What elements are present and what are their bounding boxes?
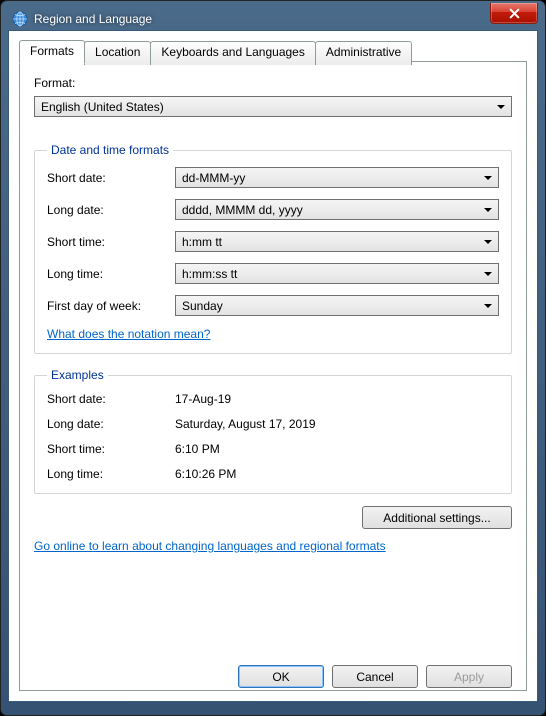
ex-long-time-value: 6:10:26 PM	[175, 467, 236, 481]
notation-link[interactable]: What does the notation mean?	[47, 327, 210, 341]
short-date-value: dd-MMM-yy	[182, 171, 245, 185]
examples-group: Examples Short date: 17-Aug-19 Long date…	[34, 368, 512, 494]
client-area: Formats Location Keyboards and Languages…	[8, 30, 538, 702]
format-select[interactable]: English (United States)	[34, 96, 512, 117]
chevron-down-icon	[484, 176, 492, 180]
titlebar[interactable]: Region and Language	[8, 8, 538, 30]
app-icon	[12, 11, 28, 27]
first-day-label: First day of week:	[47, 299, 175, 313]
ex-short-time-value: 6:10 PM	[175, 442, 220, 456]
format-label: Format:	[34, 76, 512, 90]
first-day-value: Sunday	[182, 299, 223, 313]
apply-button[interactable]: Apply	[426, 665, 512, 688]
long-date-value: dddd, MMMM dd, yyyy	[182, 203, 303, 217]
short-date-label: Short date:	[47, 171, 175, 185]
examples-legend: Examples	[47, 368, 108, 382]
tabstrip: Formats Location Keyboards and Languages…	[19, 40, 527, 64]
tab-keyboards-languages[interactable]: Keyboards and Languages	[150, 41, 315, 65]
long-time-value: h:mm:ss tt	[182, 267, 237, 281]
ex-short-date-label: Short date:	[47, 392, 175, 406]
first-day-select[interactable]: Sunday	[175, 295, 499, 316]
tab-administrative[interactable]: Administrative	[315, 41, 412, 65]
ex-long-time-label: Long time:	[47, 467, 175, 481]
chevron-down-icon	[484, 208, 492, 212]
dialog-buttons: OK Cancel Apply	[238, 665, 512, 688]
region-language-window: Region and Language Formats Location Key…	[0, 0, 546, 716]
ex-long-date-label: Long date:	[47, 417, 175, 431]
chevron-down-icon	[484, 240, 492, 244]
long-date-select[interactable]: dddd, MMMM dd, yyyy	[175, 199, 499, 220]
date-time-formats-legend: Date and time formats	[47, 143, 173, 157]
window-title: Region and Language	[34, 12, 152, 26]
short-time-label: Short time:	[47, 235, 175, 249]
date-time-formats-group: Date and time formats Short date: dd-MMM…	[34, 143, 512, 354]
short-time-value: h:mm tt	[182, 235, 222, 249]
long-time-select[interactable]: h:mm:ss tt	[175, 263, 499, 284]
long-time-label: Long time:	[47, 267, 175, 281]
close-icon	[509, 8, 520, 19]
chevron-down-icon	[497, 105, 505, 109]
ok-button[interactable]: OK	[238, 665, 324, 688]
close-button[interactable]	[490, 3, 538, 24]
cancel-button[interactable]: Cancel	[332, 665, 418, 688]
ex-short-time-label: Short time:	[47, 442, 175, 456]
short-date-select[interactable]: dd-MMM-yy	[175, 167, 499, 188]
chevron-down-icon	[484, 304, 492, 308]
tab-location[interactable]: Location	[84, 41, 151, 65]
ex-long-date-value: Saturday, August 17, 2019	[175, 417, 316, 431]
short-time-select[interactable]: h:mm tt	[175, 231, 499, 252]
online-help-link[interactable]: Go online to learn about changing langua…	[34, 539, 386, 553]
format-select-value: English (United States)	[41, 100, 164, 114]
long-date-label: Long date:	[47, 203, 175, 217]
additional-settings-button[interactable]: Additional settings...	[362, 506, 512, 529]
tabpanel-formats: Format: English (United States) Date and…	[19, 61, 527, 691]
ex-short-date-value: 17-Aug-19	[175, 392, 231, 406]
tab-formats[interactable]: Formats	[19, 40, 85, 64]
chevron-down-icon	[484, 272, 492, 276]
